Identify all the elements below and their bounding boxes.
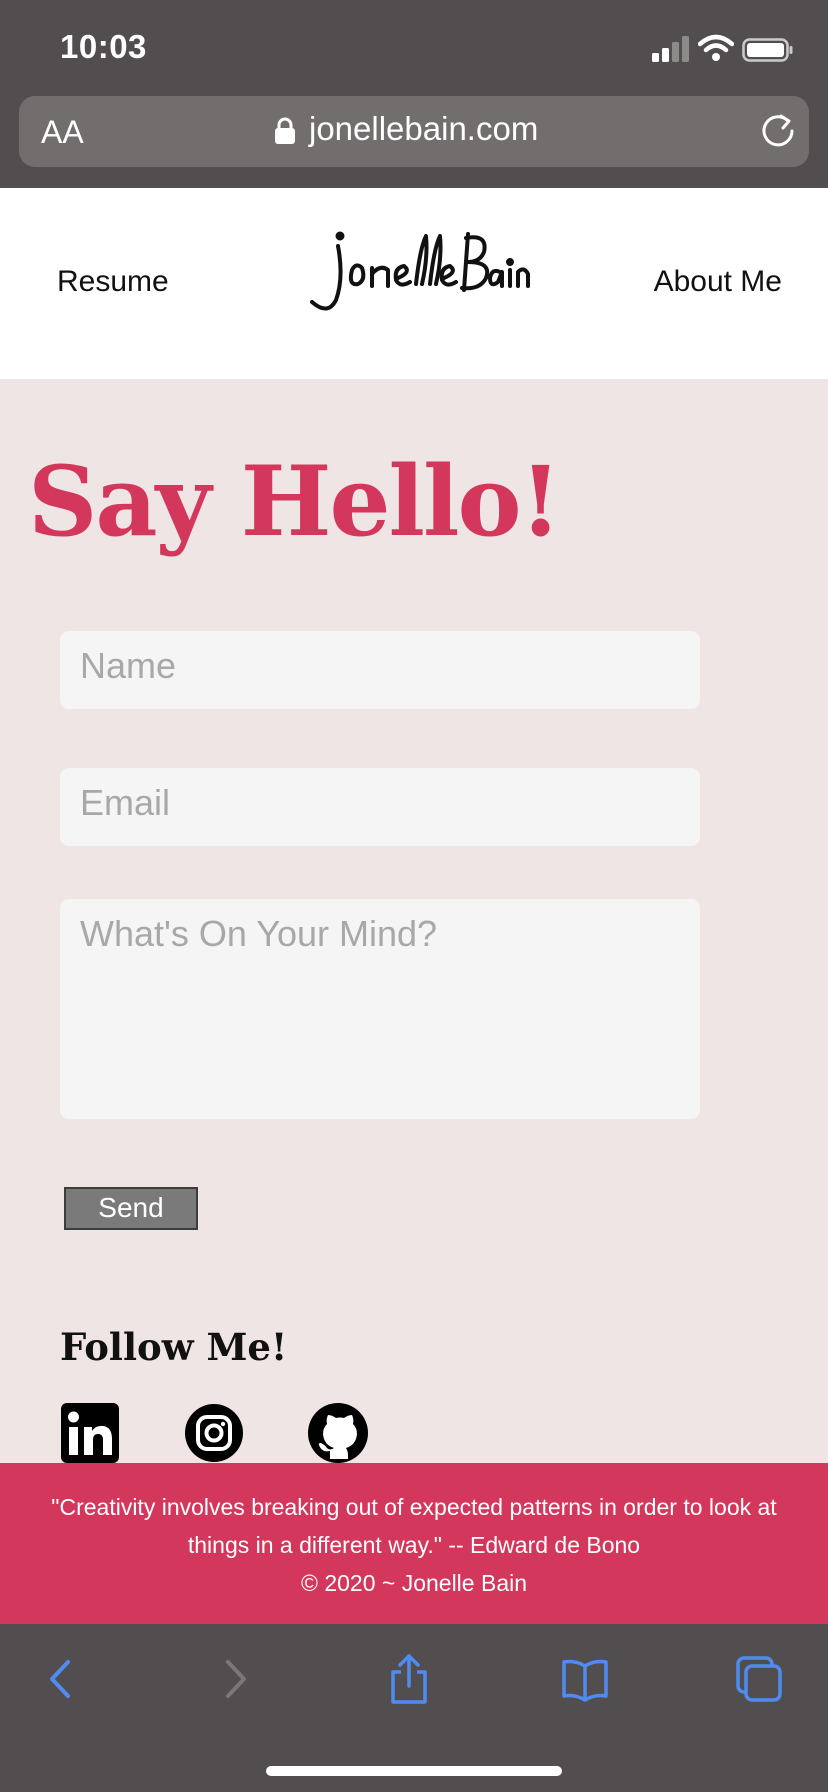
battery-icon (742, 38, 793, 62)
message-placeholder: What's On Your Mind? (80, 913, 438, 954)
send-button[interactable]: Send (64, 1187, 198, 1230)
github-icon[interactable] (308, 1403, 368, 1463)
site-logo[interactable] (300, 218, 530, 328)
tabs-icon[interactable] (734, 1654, 784, 1704)
status-bar: 10:03 (0, 0, 828, 96)
page-title: Say Hello! (28, 445, 562, 558)
forward-icon[interactable] (210, 1654, 260, 1704)
home-indicator (266, 1766, 562, 1776)
cellular-signal-icon (652, 36, 689, 62)
email-placeholder: Email (80, 782, 171, 823)
text-size-button[interactable]: AA (41, 114, 84, 151)
site-footer: "Creativity involves breaking out of exp… (0, 1463, 828, 1624)
name-placeholder: Name (80, 645, 177, 686)
wifi-icon (698, 34, 734, 61)
email-field[interactable]: Email (60, 768, 700, 846)
reload-icon[interactable] (758, 111, 798, 151)
message-field[interactable]: What's On Your Mind? (60, 899, 700, 1119)
site-header: Resume About Me (0, 188, 828, 379)
address-bar[interactable]: AA jonellebain.com (19, 96, 809, 167)
back-icon[interactable] (36, 1654, 86, 1704)
nav-link-about-me[interactable]: About Me (654, 265, 782, 299)
follow-heading: Follow Me! (60, 1325, 288, 1369)
linkedin-icon[interactable] (61, 1403, 119, 1463)
lock-icon (275, 117, 295, 144)
bookmarks-icon[interactable] (560, 1654, 610, 1704)
browser-toolbar (0, 1624, 828, 1792)
footer-quote: "Creativity involves breaking out of exp… (51, 1494, 777, 1558)
status-time: 10:03 (60, 28, 147, 65)
contact-section: Say Hello! Name Email What's On Your Min… (0, 379, 828, 1463)
instagram-icon[interactable] (185, 1403, 243, 1463)
url-text[interactable]: jonellebain.com (309, 110, 538, 148)
share-icon[interactable] (384, 1654, 434, 1704)
nav-link-resume[interactable]: Resume (57, 265, 169, 299)
footer-copyright: © 2020 ~ Jonelle Bain (300, 1570, 528, 1596)
name-field[interactable]: Name (60, 631, 700, 709)
